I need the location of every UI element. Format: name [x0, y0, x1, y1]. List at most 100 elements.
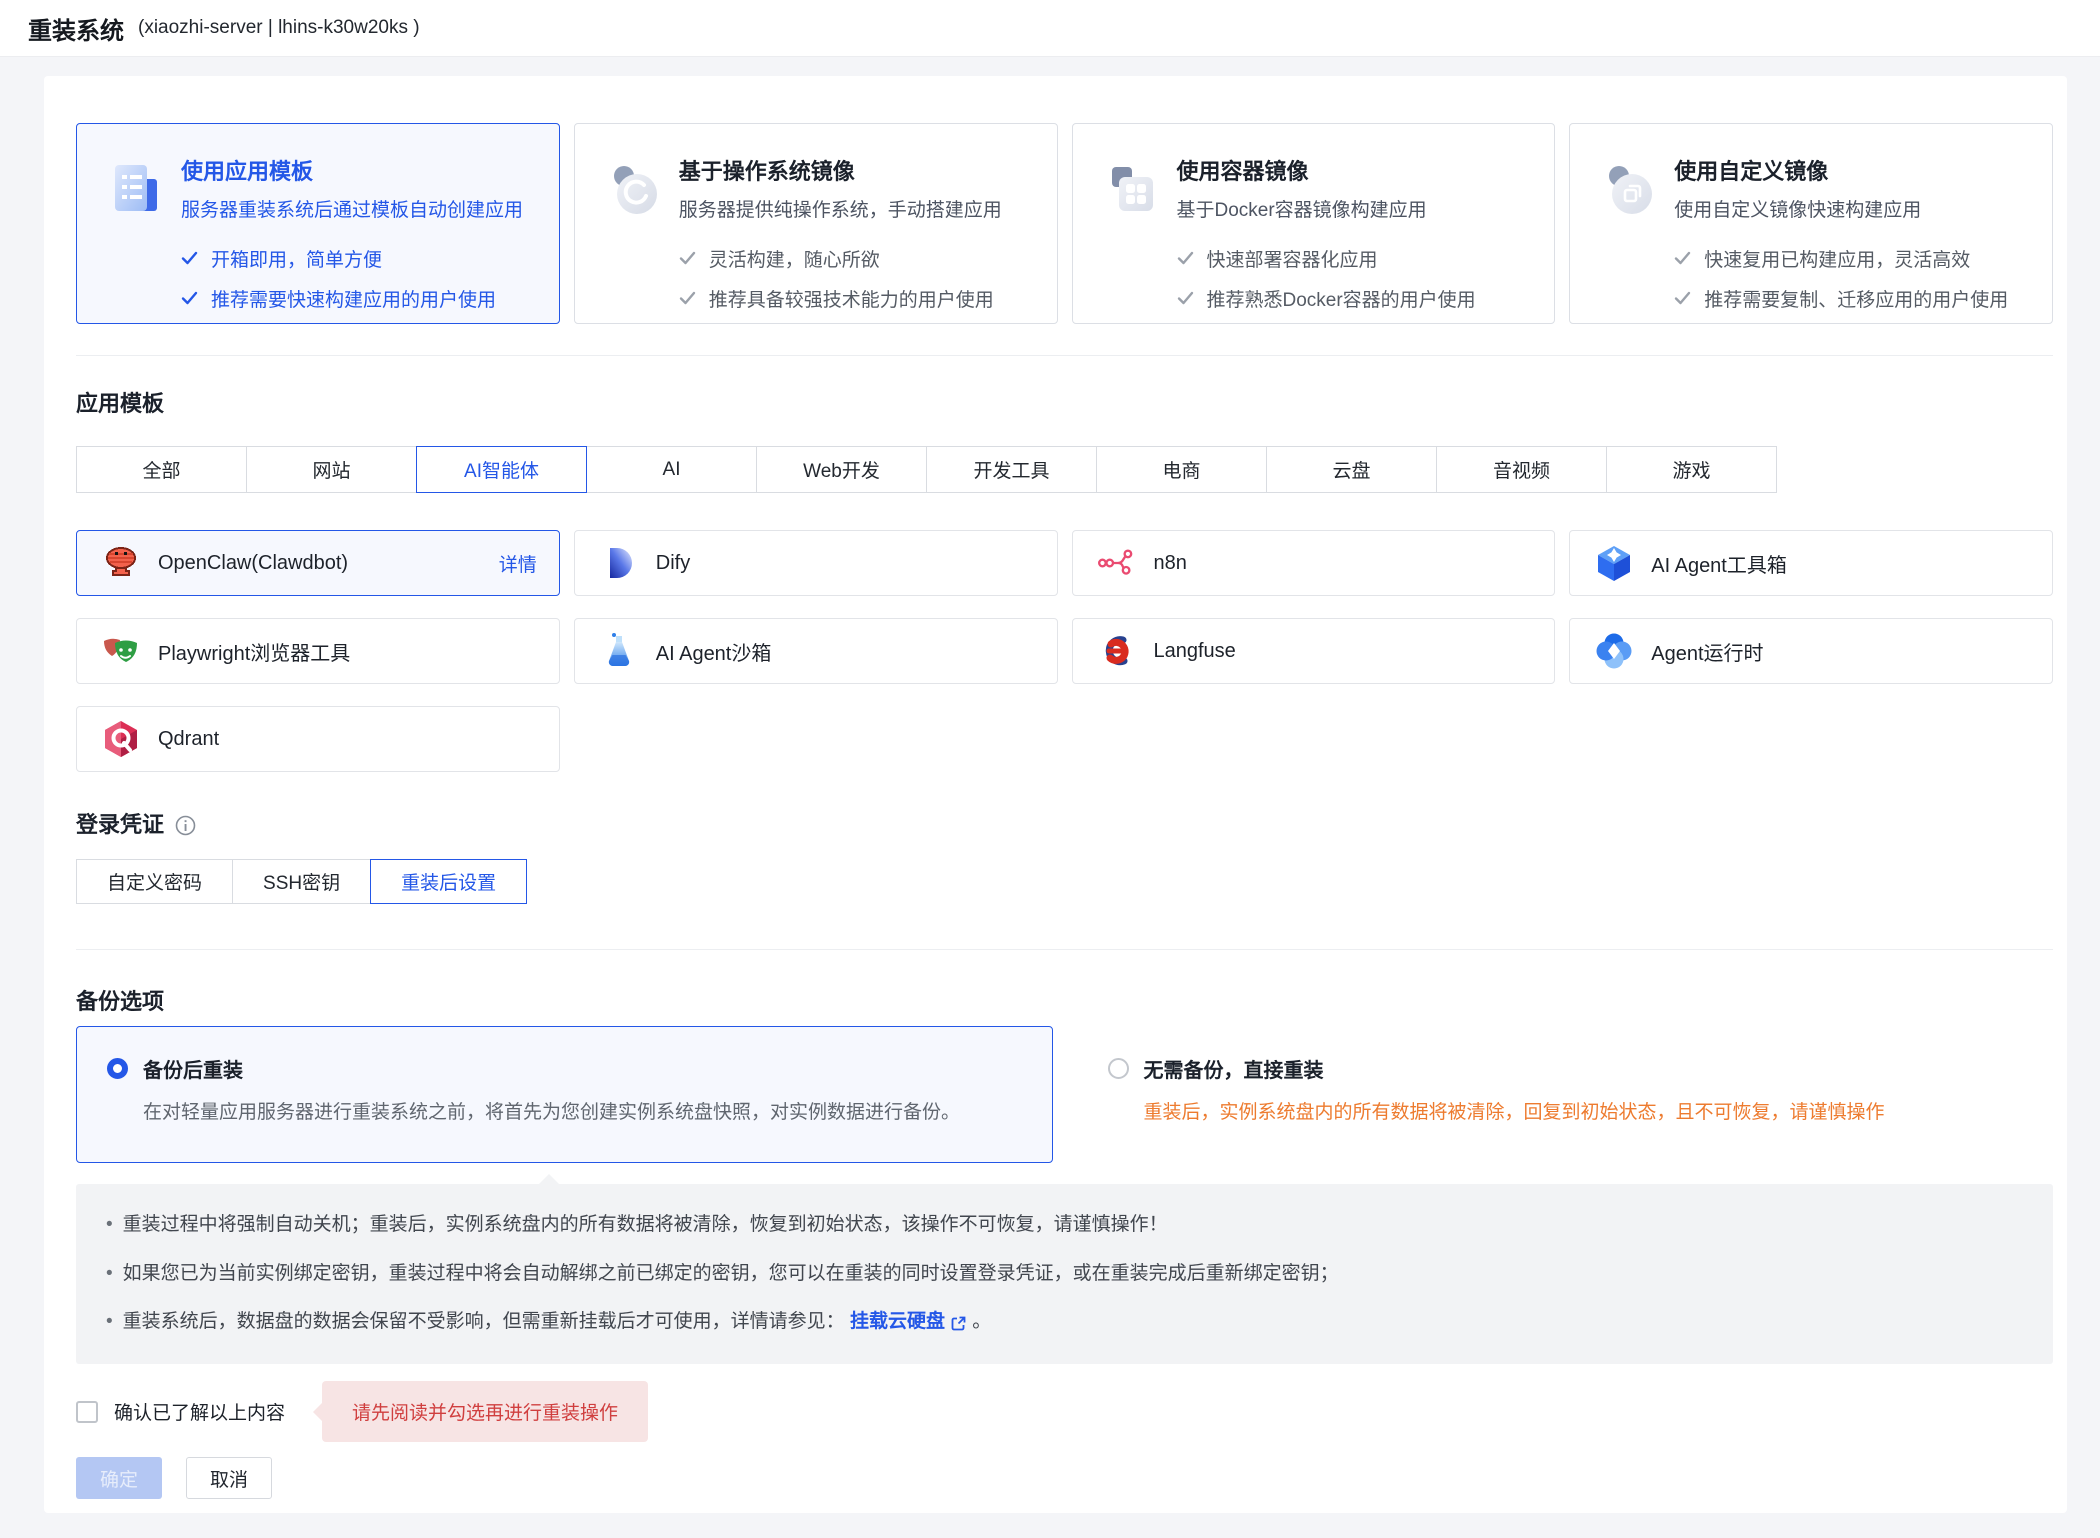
method-title: 基于操作系统镜像: [679, 161, 1002, 183]
tab-ssh-key[interactable]: SSH密钥: [232, 859, 371, 904]
app-name: Playwright浏览器工具: [158, 637, 350, 666]
method-point: 快速复用已构建应用，灵活高效: [1674, 245, 2008, 272]
os-image-icon: [611, 163, 657, 219]
backup-option-no-backup[interactable]: 无需备份，直接重装 重装后，实例系统盘内的所有数据将被清除，回复到初始状态，且不…: [1077, 1026, 2054, 1163]
section-divider: [76, 949, 2053, 950]
method-point: 灵活构建，随心所欲: [679, 245, 1002, 272]
confirm-checkbox[interactable]: [76, 1401, 98, 1423]
method-desc: 使用自定义镜像快速构建应用: [1674, 200, 2008, 223]
check-icon: [181, 251, 198, 265]
footer-actions: 确定 取消: [76, 1457, 2053, 1499]
openclaw-icon: [101, 543, 141, 583]
app-item-qdrant[interactable]: Qdrant: [76, 706, 560, 772]
container-image-icon: [1109, 163, 1155, 219]
app-template-heading: 应用模板: [76, 390, 2053, 418]
method-point: 推荐熟悉Docker容器的用户使用: [1177, 285, 1476, 312]
backup-option-desc: 在对轻量应用服务器进行重装系统之前，将首先为您创建实例系统盘快照，对实例数据进行…: [107, 1100, 1022, 1126]
confirm-button[interactable]: 确定: [76, 1457, 162, 1499]
method-point: 开箱即用，简单方便: [181, 245, 523, 272]
tab-ecommerce[interactable]: 电商: [1096, 446, 1267, 493]
notice-line: • 重装过程中将强制自动关机；重装后，实例系统盘内的所有数据将被清除，恢复到初始…: [106, 1213, 2023, 1238]
method-card-custom-image[interactable]: 使用自定义镜像 使用自定义镜像快速构建应用 快速复用已构建应用，灵活高效 推荐需…: [1569, 123, 2053, 324]
confirm-checkbox-label: 确认已了解以上内容: [114, 1398, 285, 1425]
tab-ai-agent[interactable]: AI智能体: [416, 446, 587, 493]
app-template-grid: OpenClaw(Clawdbot) 详情 Dify: [76, 530, 2053, 772]
dify-icon: [599, 543, 639, 583]
tab-custom-password[interactable]: 自定义密码: [76, 859, 233, 904]
agent-runtime-icon: [1594, 631, 1634, 671]
app-detail-link[interactable]: 详情: [499, 550, 537, 577]
method-point: 推荐需要复制、迁移应用的用户使用: [1674, 285, 2008, 312]
method-card-container-image[interactable]: 使用容器镜像 基于Docker容器镜像构建应用 快速部署容器化应用 推荐熟悉Do…: [1072, 123, 1556, 324]
tab-games[interactable]: 游戏: [1606, 446, 1777, 493]
notice-caret: [538, 1174, 560, 1185]
tab-all[interactable]: 全部: [76, 446, 247, 493]
check-icon: [679, 291, 696, 305]
backup-option-with-backup[interactable]: 备份后重装 在对轻量应用服务器进行重装系统之前，将首先为您创建实例系统盘快照，对…: [76, 1026, 1053, 1163]
app-item-langfuse[interactable]: Langfuse: [1072, 618, 1556, 684]
check-icon: [1674, 251, 1691, 265]
app-name: Agent运行时: [1651, 637, 1763, 666]
install-method-options: 使用应用模板 服务器重装系统后通过模板自动创建应用 开箱即用，简单方便 推荐需要…: [76, 123, 2053, 324]
bullet: •: [106, 1213, 113, 1238]
info-icon[interactable]: [175, 815, 196, 836]
method-title: 使用容器镜像: [1177, 161, 1476, 183]
tab-web-dev[interactable]: Web开发: [756, 446, 927, 493]
method-card-os-image[interactable]: 基于操作系统镜像 服务器提供纯操作系统，手动搭建应用 灵活构建，随心所欲 推荐具…: [574, 123, 1058, 324]
method-card-app-template[interactable]: 使用应用模板 服务器重装系统后通过模板自动创建应用 开箱即用，简单方便 推荐需要…: [76, 123, 560, 324]
check-icon: [1674, 291, 1691, 305]
credentials-heading: 登录凭证: [76, 811, 2053, 839]
mount-cloud-disk-link[interactable]: 挂载云硬盘: [850, 1310, 967, 1335]
cancel-button[interactable]: 取消: [186, 1457, 272, 1499]
method-desc: 基于Docker容器镜像构建应用: [1177, 200, 1476, 223]
radio-unselected-icon[interactable]: [1108, 1058, 1129, 1079]
check-icon: [181, 291, 198, 305]
reinstall-notice-box: • 重装过程中将强制自动关机；重装后，实例系统盘内的所有数据将被清除，恢复到初始…: [76, 1184, 2053, 1364]
tab-dev-tools[interactable]: 开发工具: [926, 446, 1097, 493]
app-name: Qdrant: [158, 728, 219, 751]
method-title: 使用应用模板: [181, 161, 523, 183]
bullet: •: [106, 1310, 113, 1335]
credential-tabs: 自定义密码 SSH密钥 重装后设置: [76, 859, 2053, 904]
section-divider: [76, 355, 2053, 356]
notice-text: 重装系统后，数据盘的数据会保留不受影响，但需重新挂载后才可使用，详情请参见：: [123, 1311, 845, 1332]
tab-set-after-reinstall[interactable]: 重装后设置: [370, 859, 527, 904]
bullet: •: [106, 1262, 113, 1287]
app-template-icon: [113, 163, 159, 219]
app-name: Langfuse: [1154, 640, 1236, 663]
app-item-agent-sandbox[interactable]: AI Agent沙箱: [574, 618, 1058, 684]
check-icon: [679, 251, 696, 265]
app-name: Dify: [656, 552, 690, 575]
tab-website[interactable]: 网站: [246, 446, 417, 493]
backup-heading: 备份选项: [76, 988, 2053, 1016]
app-item-dify[interactable]: Dify: [574, 530, 1058, 596]
backup-option-title: 无需备份，直接重装: [1144, 1054, 1324, 1083]
backup-option-warning: 重装后，实例系统盘内的所有数据将被清除，回复到初始状态，且不可恢复，请谨慎操作: [1108, 1100, 2023, 1126]
external-link-icon: [950, 1315, 967, 1332]
radio-selected-icon[interactable]: [107, 1058, 128, 1079]
app-item-agent-toolbox[interactable]: AI Agent工具箱: [1569, 530, 2053, 596]
n8n-icon: [1097, 543, 1137, 583]
app-item-openclaw[interactable]: OpenClaw(Clawdbot) 详情: [76, 530, 560, 596]
method-desc: 服务器提供纯操作系统，手动搭建应用: [679, 200, 1002, 223]
app-name: OpenClaw(Clawdbot): [158, 552, 348, 575]
tab-ai[interactable]: AI: [586, 446, 757, 493]
agent-toolbox-icon: [1594, 543, 1634, 583]
credentials-heading-text: 登录凭证: [76, 811, 164, 839]
qdrant-icon: [101, 719, 141, 759]
backup-options: 备份后重装 在对轻量应用服务器进行重装系统之前，将首先为您创建实例系统盘快照，对…: [76, 1026, 2053, 1163]
app-item-agent-runtime[interactable]: Agent运行时: [1569, 618, 2053, 684]
app-item-playwright[interactable]: Playwright浏览器工具: [76, 618, 560, 684]
method-title: 使用自定义镜像: [1674, 161, 2008, 183]
method-desc: 服务器重装系统后通过模板自动创建应用: [181, 200, 523, 223]
tab-cloud-disk[interactable]: 云盘: [1266, 446, 1437, 493]
app-item-n8n[interactable]: n8n: [1072, 530, 1556, 596]
check-icon: [1177, 291, 1194, 305]
app-name: AI Agent沙箱: [656, 637, 772, 666]
confirm-tooltip: 请先阅读并勾选再进行重装操作: [322, 1381, 648, 1442]
app-category-tabs: 全部 网站 AI智能体 AI Web开发 开发工具 电商 云盘 音视频 游戏: [76, 446, 2053, 493]
tab-audio-video[interactable]: 音视频: [1436, 446, 1607, 493]
notice-line: • 重装系统后，数据盘的数据会保留不受影响，但需重新挂载后才可使用，详情请参见：…: [106, 1310, 2023, 1335]
playwright-icon: [101, 631, 141, 671]
agent-sandbox-icon: [599, 631, 639, 671]
